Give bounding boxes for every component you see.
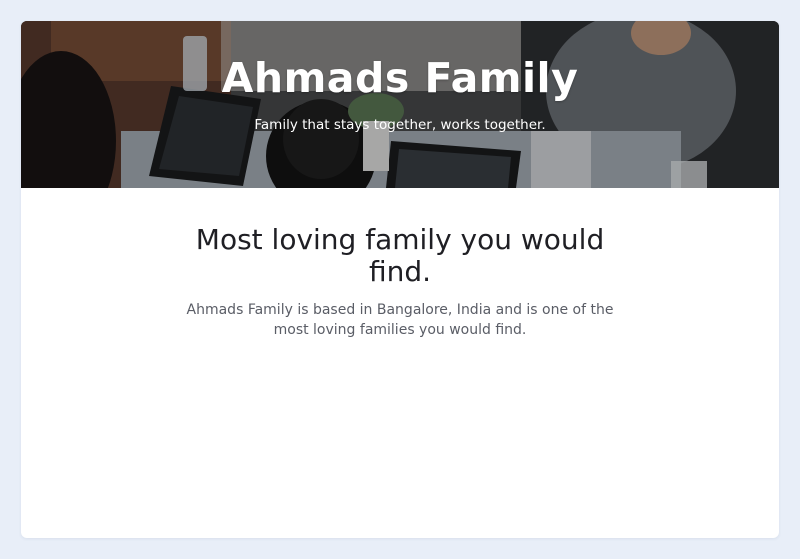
main-content: Most loving family you would find. Ahmad… — [21, 188, 779, 340]
hero-background-image — [21, 21, 779, 188]
family-card: Ahmads Family Family that stays together… — [21, 21, 779, 538]
hero-title: Ahmads Family — [221, 54, 579, 102]
hero-banner: Ahmads Family Family that stays together… — [21, 21, 779, 188]
section-description: Ahmads Family is based in Bangalore, Ind… — [186, 302, 614, 338]
hero-subtitle: Family that stays together, works togeth… — [254, 117, 546, 133]
section-heading: Most loving family you would find. — [195, 223, 605, 288]
